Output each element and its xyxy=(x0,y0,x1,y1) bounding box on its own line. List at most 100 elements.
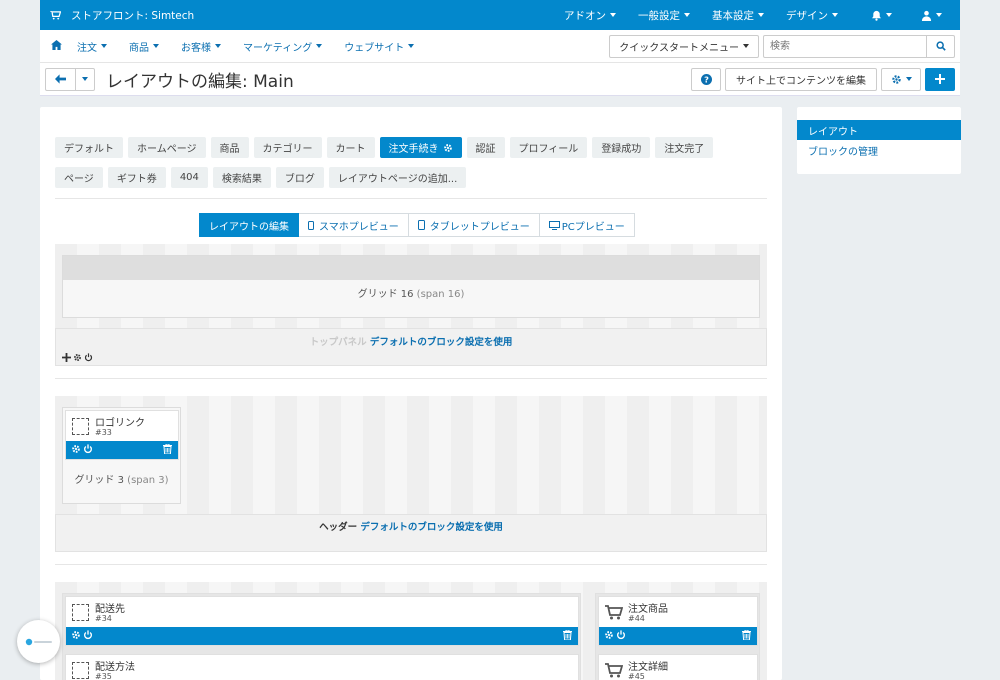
grid-16[interactable]: グリッド 16 (span 16) xyxy=(62,255,760,318)
tab-default-label: デフォルト xyxy=(64,144,114,155)
menu-addons[interactable]: アドオン xyxy=(553,0,627,30)
search-button[interactable] xyxy=(927,34,955,58)
add-button[interactable] xyxy=(925,67,955,91)
menu-design[interactable]: デザイン xyxy=(775,0,849,30)
tab-mobile-preview[interactable]: スマホプレビュー xyxy=(299,213,409,237)
gear-icon[interactable] xyxy=(604,630,614,640)
settings-dropdown-button[interactable] xyxy=(881,67,921,91)
notifications-menu[interactable] xyxy=(849,0,903,30)
nav-products-label: 商品 xyxy=(129,42,149,54)
container-title: ヘッダー デフォルトのブロック設定を使用 xyxy=(56,519,766,533)
nav-website[interactable]: ウェブサイト xyxy=(333,39,425,54)
tab-profile[interactable]: プロフィール xyxy=(509,137,588,158)
tab-blog[interactable]: ブログ xyxy=(275,167,324,188)
edit-on-site-button[interactable]: サイト上でコンテンツを編集 xyxy=(725,67,877,91)
help-button[interactable]: ? xyxy=(691,67,721,91)
menu-basic-settings-label: 基本設定 xyxy=(712,9,754,22)
add-layout-page-button[interactable]: レイアウトページの追加... xyxy=(328,167,467,188)
grid-span-text: (span 3) xyxy=(127,475,169,486)
gear-icon[interactable] xyxy=(71,630,81,640)
chevron-down-icon xyxy=(758,13,764,17)
tab-cart-label: カート xyxy=(335,144,366,155)
tab-gift-cards[interactable]: ギフト券 xyxy=(107,167,166,188)
block-order-details[interactable]: 注文詳細 #45 xyxy=(598,654,758,680)
chevron-down-icon xyxy=(153,44,159,48)
bell-icon xyxy=(872,10,881,21)
tab-pages[interactable]: ページ xyxy=(55,167,103,188)
tab-auth[interactable]: 認証 xyxy=(466,137,505,158)
gear-icon xyxy=(891,74,901,84)
block-placeholder-icon xyxy=(72,604,89,621)
grid-label-text: グリッド 3 xyxy=(74,475,124,486)
tab-edit-layout[interactable]: レイアウトの編集 xyxy=(199,213,299,237)
tab-search-results[interactable]: 検索結果 xyxy=(212,167,271,188)
trash-icon[interactable] xyxy=(742,630,751,640)
gear-icon[interactable] xyxy=(443,143,453,153)
tab-tablet-preview[interactable]: タブレットプレビュー xyxy=(408,213,540,237)
trash-icon[interactable] xyxy=(563,630,572,640)
chevron-down-icon xyxy=(886,13,892,17)
tab-cart[interactable]: カート xyxy=(326,137,375,158)
tab-default[interactable]: デフォルト xyxy=(55,137,123,158)
layout-editor-panel: デフォルト ホームページ 商品 カテゴリー カート 注文手続き 認証 プロフィー… xyxy=(40,107,782,680)
tab-registration-success[interactable]: 登録成功 xyxy=(592,137,651,158)
chevron-down-icon xyxy=(215,44,221,48)
tab-categories[interactable]: カテゴリー xyxy=(253,137,322,158)
block-id: #34 xyxy=(95,614,112,623)
grid-label: グリッド 3 (span 3) xyxy=(63,471,180,486)
cart-icon xyxy=(605,605,623,620)
nav-customers[interactable]: お客様 xyxy=(170,39,232,54)
power-icon[interactable] xyxy=(616,630,626,640)
floating-help-widget[interactable] xyxy=(17,620,60,663)
use-default-block-settings-link[interactable]: デフォルトのブロック設定を使用 xyxy=(370,337,513,348)
tab-products[interactable]: 商品 xyxy=(210,137,249,158)
block-shipping-address[interactable]: 配送先 #34 xyxy=(65,596,579,646)
view-tabs: レイアウトの編集 スマホプレビュー タブレットプレビュー PCプレビュー xyxy=(199,213,635,237)
svg-text:?: ? xyxy=(704,74,709,84)
tab-404[interactable]: 404 xyxy=(170,167,208,188)
plus-icon[interactable] xyxy=(62,353,71,362)
quickstart-menu-button[interactable]: クイックスタートメニュー xyxy=(609,34,759,58)
tab-homepage[interactable]: ホームページ xyxy=(128,137,206,158)
block-body: 注文商品 #44 xyxy=(599,597,757,627)
chevron-down-icon xyxy=(408,44,415,48)
tab-desktop-preview[interactable]: PCプレビュー xyxy=(539,213,635,237)
sidebar-item-label: ブロックの管理 xyxy=(808,146,878,158)
back-dropdown-button[interactable] xyxy=(76,69,94,90)
sidebar-item-layouts[interactable]: レイアウト xyxy=(797,120,961,140)
tablet-icon xyxy=(417,220,425,230)
chevron-down-icon xyxy=(316,44,323,48)
trash-icon[interactable] xyxy=(163,444,172,454)
power-icon[interactable] xyxy=(83,630,93,640)
block-shipping-method[interactable]: 配送方法 #35 xyxy=(65,654,579,680)
tab-order-complete[interactable]: 注文完了 xyxy=(655,137,714,158)
menu-general-settings[interactable]: 一般設定 xyxy=(627,0,701,30)
sidebar-item-manage-blocks[interactable]: ブロックの管理 xyxy=(797,140,961,160)
nav-orders[interactable]: 注文 xyxy=(66,39,118,54)
block-order-products[interactable]: 注文商品 #44 xyxy=(598,596,758,646)
back-button[interactable] xyxy=(46,68,76,90)
block-logo-link[interactable]: ロゴリンク #33 xyxy=(65,410,179,460)
block-placeholder-icon xyxy=(72,662,89,679)
storefront-label: ストアフロント: Simtech xyxy=(71,9,195,22)
tab-auth-label: 認証 xyxy=(475,144,496,155)
storefront-link[interactable]: ストアフロント: Simtech xyxy=(40,8,194,23)
grid-span-text: (span 16) xyxy=(416,289,465,300)
tab-checkout[interactable]: 注文手続き xyxy=(379,137,462,158)
nav-marketing[interactable]: マーケティング xyxy=(232,39,333,54)
chevron-down-icon xyxy=(610,13,616,17)
power-icon[interactable] xyxy=(84,353,93,362)
nav-website-label: ウェブサイト xyxy=(344,42,405,54)
gear-icon[interactable] xyxy=(71,444,81,454)
nav-products[interactable]: 商品 xyxy=(118,39,170,54)
home-link[interactable] xyxy=(40,39,66,53)
menu-basic-settings[interactable]: 基本設定 xyxy=(701,0,775,30)
search-input[interactable] xyxy=(763,34,927,58)
block-toolbar xyxy=(66,441,178,459)
power-icon[interactable] xyxy=(83,444,93,454)
chevron-down-icon xyxy=(101,44,107,48)
user-menu[interactable] xyxy=(903,0,960,30)
gear-icon[interactable] xyxy=(73,353,82,362)
search-icon xyxy=(935,41,946,51)
use-default-block-settings-link[interactable]: デフォルトのブロック設定を使用 xyxy=(360,522,503,533)
